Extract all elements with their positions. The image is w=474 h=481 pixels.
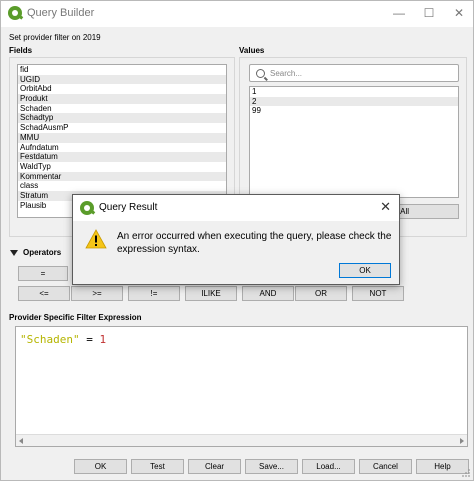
expression-hscrollbar[interactable] — [16, 434, 467, 446]
warning-icon — [85, 229, 107, 249]
values-search-input[interactable]: Search... — [249, 64, 459, 82]
field-list-item[interactable]: MMU — [18, 132, 226, 143]
cancel-label: Cancel — [373, 462, 398, 471]
operators-label: Operators — [23, 248, 62, 257]
clear-label: Clear — [204, 462, 225, 471]
operator-ne-button[interactable]: != — [128, 286, 180, 301]
field-list-item[interactable]: Kommentar — [18, 171, 226, 182]
field-list-item[interactable]: SchadAusmP — [18, 123, 226, 133]
qgis-logo-icon — [80, 201, 94, 215]
expression-editor[interactable]: "Schaden" = 1 — [15, 326, 468, 447]
save-label: Save... — [259, 462, 284, 471]
expression-text: "Schaden" = 1 — [20, 333, 106, 346]
qgis-logo-icon — [8, 6, 22, 20]
operator-ilike-button[interactable]: ILIKE — [185, 286, 237, 301]
window-title: Query Builder — [27, 7, 95, 19]
field-list-item[interactable]: class — [18, 181, 226, 191]
field-list-item[interactable]: fid — [18, 65, 226, 75]
operator-or-label: OR — [315, 289, 327, 298]
expression-value-token: 1 — [99, 333, 107, 346]
cancel-button[interactable]: Cancel — [359, 459, 412, 474]
operator-ne-label: != — [150, 289, 158, 298]
dialog-ok-button[interactable]: OK — [339, 263, 391, 278]
operator-ge-label: >= — [92, 289, 102, 298]
field-list-item[interactable]: Schadtyp — [18, 113, 226, 124]
field-list-item[interactable]: WaldTyp — [18, 162, 226, 172]
operator-equals-label: = — [40, 269, 46, 278]
collapse-triangle-icon[interactable] — [10, 250, 18, 256]
field-list-item[interactable]: Produkt — [18, 94, 226, 104]
operator-ge-button[interactable]: >= — [71, 286, 123, 301]
scroll-left-icon[interactable] — [19, 438, 23, 444]
operator-not-label: NOT — [369, 289, 387, 298]
expression-label: Provider Specific Filter Expression — [9, 313, 142, 322]
dialog-message: An error occurred when executing the que… — [117, 231, 392, 255]
values-label: Values — [239, 46, 265, 55]
scroll-right-icon[interactable] — [460, 438, 464, 444]
field-list-item[interactable]: Aufndatum — [18, 143, 226, 153]
expression-op-token: = — [79, 333, 100, 346]
load-label: Load... — [316, 462, 341, 471]
operator-and-label: AND — [259, 289, 277, 298]
expression-field-token: "Schaden" — [20, 333, 80, 346]
operator-le-label: <= — [39, 289, 49, 298]
dialog-close-icon[interactable]: ✕ — [380, 199, 391, 215]
operator-equals-button[interactable]: = — [18, 266, 68, 281]
value-list-item[interactable]: 99 — [250, 106, 458, 116]
operator-and-button[interactable]: AND — [242, 286, 294, 301]
minimize-icon[interactable]: — — [385, 1, 413, 25]
operator-ilike-label: ILIKE — [201, 289, 221, 298]
field-list-item[interactable]: Schaden — [18, 104, 226, 114]
dialog-ok-label: OK — [359, 266, 371, 275]
operator-or-button[interactable]: OR — [295, 286, 347, 301]
operator-le-button[interactable]: <= — [18, 286, 70, 301]
value-list-item[interactable]: 2 — [250, 96, 458, 107]
field-list-item[interactable]: Festdatum — [18, 152, 226, 162]
value-list-item[interactable]: 1 — [250, 87, 458, 97]
clear-button[interactable]: Clear — [188, 459, 241, 474]
operator-not-button[interactable]: NOT — [352, 286, 404, 301]
ok-label: OK — [94, 462, 107, 471]
search-icon — [256, 69, 265, 78]
query-result-dialog: Query Result ✕ An error occurred when ex… — [72, 194, 400, 285]
maximize-icon[interactable]: ☐ — [415, 1, 443, 25]
values-list[interactable]: 1 2 99 — [249, 86, 459, 198]
test-label: Test — [150, 462, 165, 471]
close-icon[interactable]: ✕ — [445, 1, 473, 25]
provider-filter-subtitle: Set provider filter on 2019 — [9, 33, 101, 42]
ok-button[interactable]: OK — [74, 459, 127, 474]
search-placeholder: Search... — [270, 69, 303, 78]
save-button[interactable]: Save... — [245, 459, 298, 474]
dialog-title: Query Result — [99, 202, 158, 213]
title-bar[interactable]: Query Builder — ☐ ✕ — [1, 1, 473, 27]
dialog-title-bar[interactable]: Query Result ✕ — [73, 195, 399, 221]
load-button[interactable]: Load... — [302, 459, 355, 474]
test-button[interactable]: Test — [131, 459, 184, 474]
field-list-item[interactable]: OrbitAbd — [18, 84, 226, 94]
field-list-item[interactable]: UGID — [18, 74, 226, 85]
fields-label: Fields — [9, 46, 33, 55]
resize-grip-icon[interactable] — [461, 468, 471, 478]
